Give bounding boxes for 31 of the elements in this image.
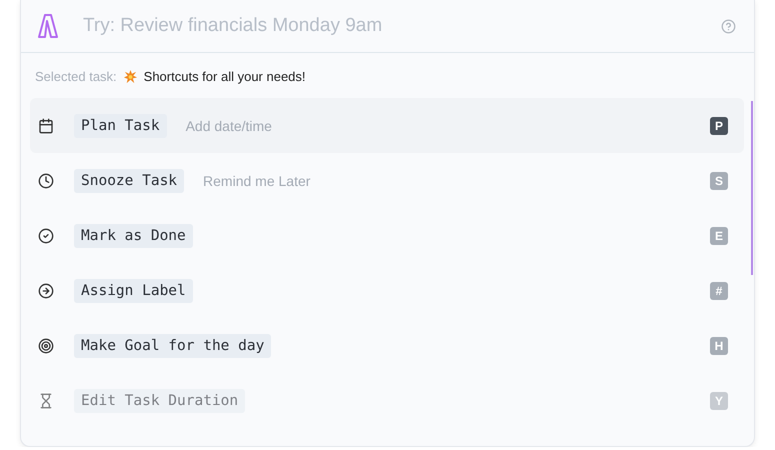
command-label: Edit Task Duration bbox=[74, 388, 246, 412]
hourglass-icon bbox=[38, 392, 54, 408]
help-icon[interactable] bbox=[721, 18, 736, 34]
command-label: Mark as Done bbox=[74, 224, 193, 248]
calendar-icon bbox=[38, 118, 54, 134]
command-label: Assign Label bbox=[74, 278, 193, 302]
shortcut-key: # bbox=[710, 282, 728, 300]
shortcut-key: H bbox=[710, 336, 728, 354]
shortcut-key: S bbox=[710, 172, 728, 190]
command-hint: Add date/time bbox=[186, 118, 272, 134]
shortcut-key: P bbox=[710, 116, 728, 134]
search-field[interactable]: Try: Review financials Monday 9am bbox=[81, 14, 701, 38]
command-hint: Remind me Later bbox=[203, 172, 310, 188]
check-circle-icon bbox=[38, 228, 54, 244]
selected-task-label: Selected task: bbox=[35, 69, 117, 84]
command-row[interactable]: Plan Task Add date/time P bbox=[30, 98, 744, 153]
scrollbar[interactable] bbox=[751, 101, 753, 275]
command-label: Snooze Task bbox=[74, 168, 184, 192]
arrow-circle-icon bbox=[38, 282, 54, 298]
shortcut-key: E bbox=[710, 226, 728, 244]
command-label: Plan Task bbox=[74, 114, 167, 138]
target-icon bbox=[38, 338, 54, 354]
command-row[interactable]: Snooze Task Remind me Later S bbox=[30, 153, 744, 208]
command-row[interactable]: Assign Label # bbox=[30, 263, 744, 318]
burst-icon bbox=[122, 69, 138, 84]
selected-task-name: Shortcuts for all your needs! bbox=[144, 69, 306, 84]
clock-icon bbox=[38, 172, 54, 188]
command-row[interactable]: Make Goal for the day H bbox=[30, 318, 744, 373]
logo-icon bbox=[35, 13, 61, 39]
command-row[interactable]: Mark as Done E bbox=[30, 208, 744, 263]
command-label: Make Goal for the day bbox=[74, 334, 272, 358]
